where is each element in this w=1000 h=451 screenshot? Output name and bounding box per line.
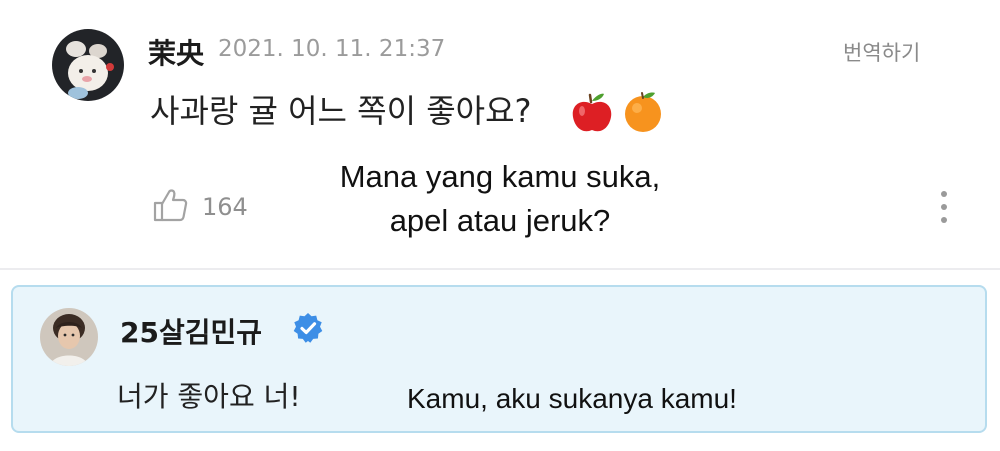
reply-card: 25살김민규 너가 좋아요 너! Kamu, aku sukanya kamu! [11,285,987,433]
reply-translation-overlay: Kamu, aku sukanya kamu! [407,383,737,414]
comment-text: 사과랑 귤 어느 쪽이 좋아요? [150,92,532,130]
comment: 茉央 2021. 10. 11. 21:37 번역하기 사과랑 귤 어느 쪽이 … [0,0,1000,268]
reply-author-name[interactable]: 25살김민규 [120,311,262,351]
divider [0,268,1000,270]
translate-button[interactable]: 번역하기 [843,37,920,67]
translation-line-2: apel atau jeruk? [389,203,611,238]
vertical-dots-icon [941,191,947,223]
comment-translation-overlay: Mana yang kamu suka, apel atau jeruk? [300,155,700,243]
apple-emoji-icon [569,89,615,139]
orange-emoji-icon [622,89,664,137]
thumbs-up-icon [152,188,188,226]
like-button[interactable]: 164 [152,188,248,226]
reply-text: 너가 좋아요 너! [117,380,301,413]
reply-author-avatar[interactable] [40,308,98,366]
translation-line-1: Mana yang kamu suka, [339,159,661,194]
commenter-name[interactable]: 茉央 [148,32,204,72]
verified-badge-icon [292,312,324,344]
comment-timestamp: 2021. 10. 11. 21:37 [218,36,446,62]
more-options-button[interactable] [930,188,958,228]
commenter-avatar[interactable] [52,29,124,101]
like-count: 164 [202,193,248,221]
